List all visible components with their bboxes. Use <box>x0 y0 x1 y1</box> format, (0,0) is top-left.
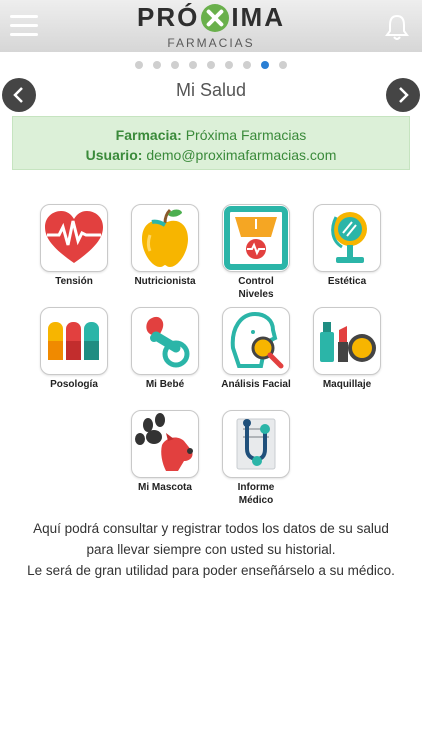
tile-mi-bebe[interactable]: Mi Bebé <box>130 307 200 391</box>
heart-pressure-icon <box>40 204 108 272</box>
logo-text-left: PRÓ <box>136 2 200 32</box>
page-dot[interactable] <box>225 61 233 69</box>
description-line: para llevar siempre con usted su histori… <box>86 542 336 557</box>
pacifier-icon <box>131 307 199 375</box>
chevron-right-icon <box>399 87 409 103</box>
page-dot[interactable] <box>207 61 215 69</box>
tile-label: Mi Bebé <box>145 379 185 390</box>
tile-label: Estética <box>327 276 367 287</box>
tile-label: Análisis Facial <box>221 379 291 390</box>
next-page-button[interactable] <box>386 78 420 112</box>
page-dot[interactable] <box>135 61 143 69</box>
tile-label: Mi Mascota <box>138 482 192 493</box>
logo-subtitle: FARMACIAS <box>167 36 255 50</box>
pharmacy-label: Farmacia: <box>115 127 182 143</box>
page-indicator <box>0 56 422 74</box>
tile-informe-medico[interactable]: Informe Médico <box>221 410 291 507</box>
pills-icon <box>40 307 108 375</box>
page-dot[interactable] <box>171 61 179 69</box>
page-dot[interactable] <box>279 61 287 69</box>
bell-icon[interactable] <box>384 13 410 41</box>
app-header: PRÓ IMA FARMACIAS <box>0 0 422 52</box>
tile-label: Maquillaje <box>322 379 372 390</box>
stethoscope-report-icon <box>222 410 290 478</box>
section-description: Aquí podrá consultar y registrar todos l… <box>10 518 412 581</box>
page-title: Mi Salud <box>175 80 247 100</box>
tile-maquillaje[interactable]: Maquillaje <box>312 307 382 391</box>
tile-control-niveles[interactable]: Control Niveles <box>221 204 291 301</box>
description-line: Le será de gran utilidad para poder ense… <box>27 563 395 578</box>
logo-x-icon <box>201 3 230 32</box>
face-magnifier-icon <box>222 307 290 375</box>
tile-estetica[interactable]: Estética <box>312 204 382 288</box>
tile-label: Nutricionista <box>134 276 196 287</box>
page-dot[interactable] <box>243 61 251 69</box>
logo-text-right: IMA <box>231 2 285 32</box>
pharmacy-line: Farmacia: Próxima Farmacias <box>13 125 409 145</box>
user-value: demo@proximafarmacias.com <box>146 147 337 163</box>
account-info-box: Farmacia: Próxima Farmacias Usuario: dem… <box>12 116 410 170</box>
pharmacy-value: Próxima Farmacias <box>185 127 307 143</box>
scale-icon <box>222 204 290 272</box>
tile-label: Informe Médico <box>237 482 275 506</box>
page-dot[interactable] <box>261 61 269 69</box>
tile-posologia[interactable]: Posología <box>39 307 109 391</box>
tile-label: Control Niveles <box>238 276 274 300</box>
user-line: Usuario: demo@proximafarmacias.com <box>13 145 409 165</box>
user-label: Usuario: <box>85 147 143 163</box>
pet-icon <box>131 410 199 478</box>
mirror-icon <box>313 204 381 272</box>
page-dot[interactable] <box>153 61 161 69</box>
apple-icon <box>131 204 199 272</box>
tile-nutricionista[interactable]: Nutricionista <box>130 204 200 288</box>
tile-tension[interactable]: Tensión <box>39 204 109 288</box>
tile-analisis-facial[interactable]: Análisis Facial <box>221 307 291 391</box>
tile-mi-mascota[interactable]: Mi Mascota <box>130 410 200 494</box>
description-line: Aquí podrá consultar y registrar todos l… <box>33 521 389 536</box>
tile-label: Posología <box>50 379 98 390</box>
tile-label: Tensión <box>55 276 93 287</box>
makeup-icon <box>313 307 381 375</box>
page-dot[interactable] <box>189 61 197 69</box>
